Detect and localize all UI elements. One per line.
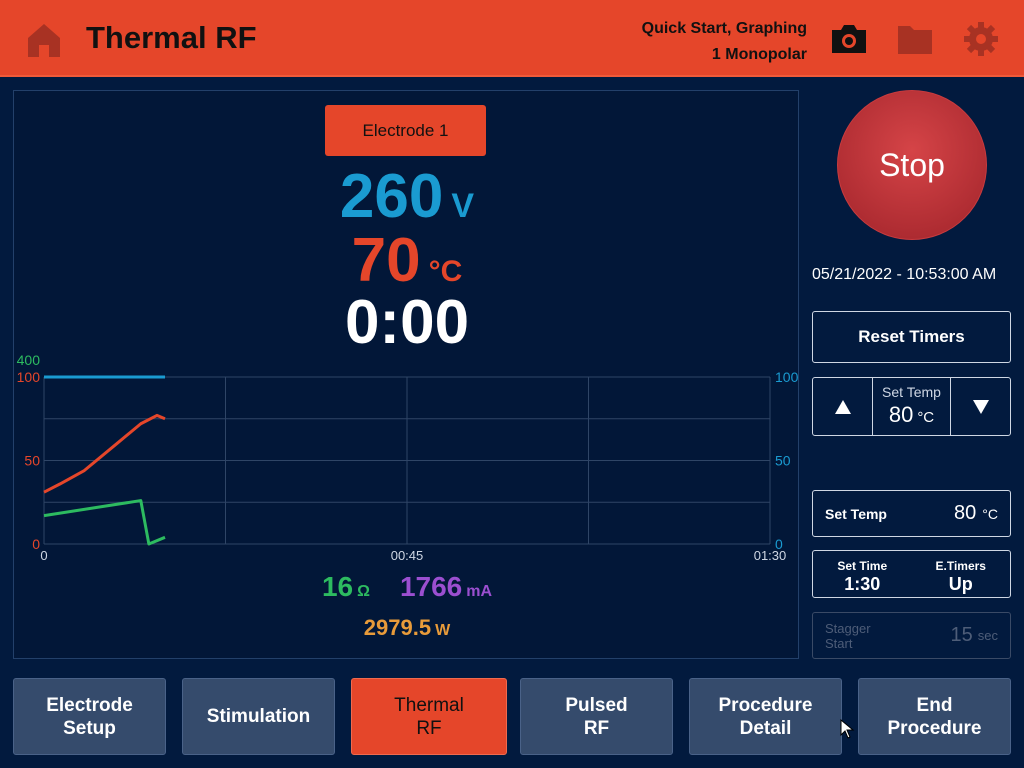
triangle-down-icon (972, 399, 989, 414)
tab-pulsed-rf[interactable]: Pulsed RF (520, 678, 673, 755)
electrode-label[interactable]: Electrode 1 (325, 105, 486, 156)
stepper-display: Set Temp 80 °C (872, 378, 951, 435)
page-title: Thermal RF (86, 20, 257, 55)
stagger-start-label: Stagger Start (825, 620, 871, 651)
impedance-unit: Ω (357, 583, 370, 600)
reset-timers-button[interactable]: Reset Timers (812, 311, 1011, 363)
power-readout: 2979.5 W (14, 615, 800, 641)
temp-decrease-button[interactable] (951, 378, 1010, 435)
temperature-value: 70 (351, 226, 421, 295)
tab-procedure-detail[interactable]: Procedure Detail (689, 678, 842, 755)
stepper-label: Set Temp (882, 384, 941, 400)
datetime-display: 05/21/2022 - 10:53:00 AM (812, 266, 997, 283)
temp-increase-button[interactable] (813, 378, 872, 435)
temperature-unit: °C (428, 255, 463, 288)
etimers-field[interactable]: E.Timers Up (912, 551, 1011, 597)
x-axis-tick-label: 00:45 (391, 548, 424, 561)
stepper-unit: °C (917, 409, 935, 426)
set-time-value: 1:30 (844, 574, 881, 594)
stepper-value: 80 (888, 402, 914, 427)
temperature-chart: 0501004000501000 00:45 01:30 (17, 352, 799, 561)
voltage-unit: V (451, 187, 475, 225)
gear-icon[interactable] (962, 21, 1000, 57)
tab-end-procedure[interactable]: End Procedure (858, 678, 1011, 755)
set-temp-value: 80 (954, 502, 977, 524)
series-line (43, 499, 166, 546)
left-axis-tick-label: 100 (17, 369, 41, 385)
set-temp-stepper: Set Temp 80 °C (812, 377, 1011, 436)
set-temp-field[interactable]: Set Temp 80 °C (812, 490, 1011, 537)
current-value: 1766 (399, 571, 463, 602)
impedance-readout: 16 Ω (322, 571, 370, 602)
camera-icon[interactable] (830, 21, 868, 57)
tab-electrode-setup[interactable]: Electrode Setup (13, 678, 166, 755)
current-readout: 1766 mA (400, 571, 492, 602)
x-axis-tick-label: 0 (40, 548, 47, 561)
etimers-value: Up (948, 574, 973, 594)
tab-thermal-rf[interactable]: Thermal RF (351, 678, 507, 755)
folder-icon[interactable] (896, 21, 934, 57)
right-axis-tick-label: 50 (775, 453, 791, 469)
current-unit: mA (466, 583, 493, 600)
power-unit: W (435, 622, 451, 639)
electrode-readout-panel: Electrode 1 260 V 70 °C 0:00 0 50 100 400 0 50 1… (13, 90, 799, 659)
x-axis-tick-label: 01:30 (754, 548, 787, 561)
stop-button[interactable]: Stop (837, 90, 987, 240)
left-axis-tick-label: 0 (32, 536, 40, 552)
etimers-label: E.Timers (935, 559, 986, 573)
left-axis-tick-label: 50 (24, 453, 40, 469)
set-temp-unit: °C (982, 505, 998, 522)
tab-stimulation[interactable]: Stimulation (182, 678, 335, 755)
stagger-start-value: 15 (950, 624, 973, 646)
voltage-readout: 260 V (14, 161, 800, 232)
power-value: 2979.5 (363, 615, 432, 640)
header-bar: Thermal RF Quick Start, Graphing 1 Monop… (0, 0, 1024, 77)
mode-description: Quick Start, Graphing (641, 20, 807, 37)
impedance-current-row: 16 Ω 1766 mA (14, 571, 800, 603)
stagger-start-unit: sec (977, 628, 998, 643)
set-time-field[interactable]: Set Time 1:30 (813, 551, 912, 597)
triangle-up-icon (834, 399, 851, 414)
temperature-readout: 70 °C (14, 225, 800, 296)
series-line (43, 413, 166, 494)
home-icon[interactable] (25, 21, 63, 59)
set-temp-label: Set Temp (825, 505, 887, 522)
left-axis-top-label: 400 (17, 352, 41, 368)
right-axis-tick-label: 100 (775, 369, 799, 385)
stepper-value-row: 80 °C (873, 402, 950, 428)
impedance-value: 16 (321, 571, 354, 602)
timer-settings: Set Time 1:30 E.Timers Up (812, 550, 1011, 598)
stagger-start-field: Stagger Start 15 sec (812, 612, 1011, 659)
mouse-pointer-icon (840, 719, 855, 739)
voltage-value: 260 (339, 162, 444, 231)
set-time-label: Set Time (837, 559, 888, 573)
electrode-config: 1 Monopolar (711, 46, 807, 63)
elapsed-time: 0:00 (344, 288, 470, 357)
